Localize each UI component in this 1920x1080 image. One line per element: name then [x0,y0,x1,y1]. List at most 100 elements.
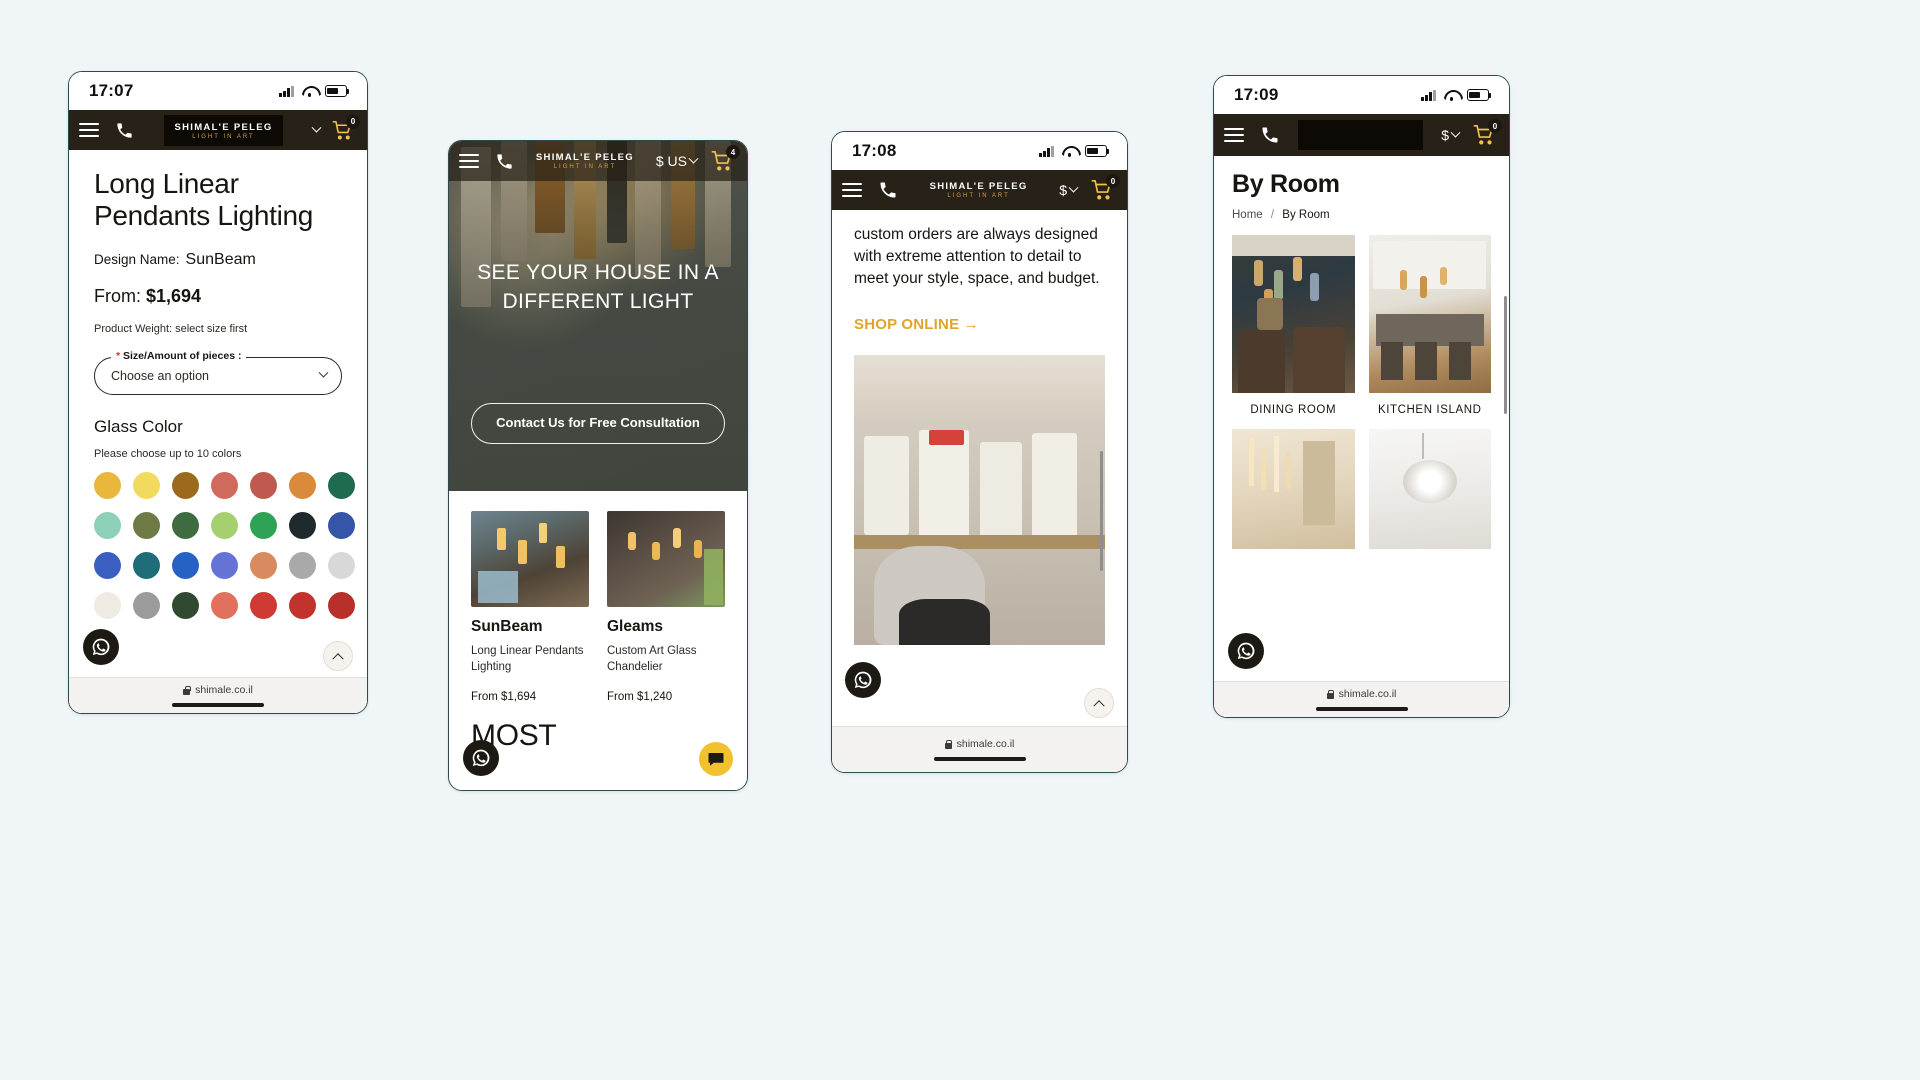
color-swatch[interactable] [250,471,277,499]
product-card-price: From $1,240 [607,691,673,704]
cart-icon[interactable]: 4 [711,145,740,172]
color-swatch[interactable] [289,591,316,619]
cart-icon[interactable]: 0 [332,114,360,141]
room-card[interactable] [1368,428,1491,558]
product-weight: Product Weight: select size first [94,322,248,335]
brand-logo[interactable] [1288,120,1433,150]
brand-logo[interactable]: SHIMAL'E PELEG LIGHT IN ART [142,114,305,146]
signal-icon [1421,89,1436,101]
color-swatch[interactable] [289,551,316,579]
color-swatch[interactable] [172,591,199,619]
color-swatch[interactable] [289,471,316,499]
status-time: 17:08 [852,141,897,160]
color-swatch[interactable] [211,551,238,579]
brand-name: SHIMAL'E PELEG [929,181,1028,192]
price-row: From: $1,694 [94,286,342,307]
home-content: SunBeam Long Linear Pendants Lighting Fr… [449,491,747,754]
hamburger-icon[interactable] [459,153,479,169]
cart-icon[interactable]: 0 [1473,119,1502,146]
color-swatch[interactable] [94,591,121,619]
cart-icon[interactable]: 0 [1091,174,1120,201]
whatsapp-icon[interactable] [463,740,499,776]
color-swatch[interactable] [133,591,160,619]
browser-url-bar[interactable]: shimale.co.il [1214,681,1509,717]
scroll-to-top-button[interactable] [323,641,353,671]
wifi-icon [1444,90,1459,101]
color-swatch[interactable] [211,511,238,539]
phone-mockup-about-page: 17:08 SHIMAL'E PELEG LIGHT IN ART $ 0 cu… [831,131,1128,773]
phone-icon[interactable] [495,152,514,171]
status-bar: 17:07 [69,72,367,110]
brand-tagline: LIGHT IN ART [192,133,255,140]
color-swatch[interactable] [289,511,316,539]
room-image-kitchen [1368,235,1491,393]
by-room-content: By Room Home / By Room DINING ROOM KITCH… [1214,156,1509,717]
color-swatch[interactable] [250,551,277,579]
currency-value: $ [1441,127,1449,143]
color-swatch[interactable] [211,591,238,619]
color-swatch[interactable] [250,511,277,539]
contact-us-button[interactable]: Contact Us for Free Consultation [471,403,725,444]
size-select[interactable]: * Size/Amount of pieces : Choose an opti… [94,349,342,395]
product-title: Long Linear Pendants Lighting [94,168,314,232]
page-scrollbar[interactable] [1503,296,1507,414]
color-swatch[interactable] [172,511,199,539]
room-image-ceiling [1368,428,1491,549]
scroll-to-top-button[interactable] [1084,688,1114,718]
color-swatch[interactable] [328,511,355,539]
product-card-title: SunBeam [471,618,543,635]
product-card[interactable]: SunBeam Long Linear Pendants Lighting Fr… [471,511,589,703]
color-swatch[interactable] [328,471,355,499]
room-card[interactable]: DINING ROOM [1232,235,1355,419]
whatsapp-icon[interactable] [845,662,881,698]
browser-url-bar[interactable]: shimale.co.il [832,726,1127,772]
hero-banner: SEE YOUR HOUSE IN A DIFFERENT LIGHT Cont… [449,141,747,491]
brand-logo[interactable]: SHIMAL'E PELEG LIGHT IN ART [522,152,648,170]
color-swatch[interactable] [94,551,121,579]
shop-online-link[interactable]: SHOP ONLINE → [854,316,1105,333]
room-category-grid: DINING ROOM KITCHEN ISLAND [1232,235,1491,558]
phone-icon[interactable] [878,180,898,200]
room-card[interactable]: KITCHEN ISLAND [1368,235,1491,419]
color-swatch[interactable] [94,511,121,539]
whatsapp-icon[interactable] [83,629,119,665]
room-label: DINING ROOM [1250,404,1337,416]
hamburger-icon[interactable] [79,122,99,138]
chevron-down-icon[interactable] [311,122,322,133]
hero-heading: SEE YOUR HOUSE IN A DIFFERENT LIGHT [477,261,719,313]
phone-icon[interactable] [115,121,134,140]
room-card[interactable] [1232,428,1355,558]
color-swatch[interactable] [328,551,355,579]
brand-logo[interactable]: SHIMAL'E PELEG LIGHT IN ART [906,181,1051,199]
chevron-down-icon [688,153,699,164]
chat-bubble-icon[interactable] [699,742,733,776]
status-bar: 17:08 [832,132,1127,170]
page-scrollbar[interactable] [1099,451,1103,571]
currency-selector[interactable]: $ US [656,153,699,169]
hamburger-icon[interactable] [842,182,862,198]
product-card[interactable]: Gleams Custom Art Glass Chandelier From … [607,511,725,703]
breadcrumb-home[interactable]: Home [1232,209,1263,221]
color-swatch[interactable] [211,471,238,499]
phone-mockup-product-page: 17:07 SHIMAL'E PELEG LIGHT IN ART 0 Long… [68,71,368,714]
whatsapp-icon[interactable] [1228,633,1264,669]
currency-selector[interactable]: $ [1441,127,1461,143]
color-swatch[interactable] [172,551,199,579]
status-icons [1039,145,1110,157]
color-swatch[interactable] [172,471,199,499]
room-label: KITCHEN ISLAND [1377,404,1482,416]
color-swatch[interactable] [94,471,121,499]
status-icons [1421,89,1492,101]
color-swatch[interactable] [133,471,160,499]
battery-icon [325,85,350,97]
color-swatch[interactable] [133,511,160,539]
site-nav-bar: SHIMAL'E PELEG LIGHT IN ART $ US 4 [449,141,747,181]
color-swatch[interactable] [133,551,160,579]
browser-url-bar[interactable]: shimale.co.il [69,677,367,713]
phone-icon[interactable] [1260,125,1280,145]
hamburger-icon[interactable] [1224,127,1244,143]
currency-selector[interactable]: $ [1059,182,1079,198]
color-swatch[interactable] [328,591,355,619]
phone-mockup-home-page: SHIMAL'E PELEG LIGHT IN ART $ US 4 SEE Y… [448,140,748,791]
color-swatch[interactable] [250,591,277,619]
